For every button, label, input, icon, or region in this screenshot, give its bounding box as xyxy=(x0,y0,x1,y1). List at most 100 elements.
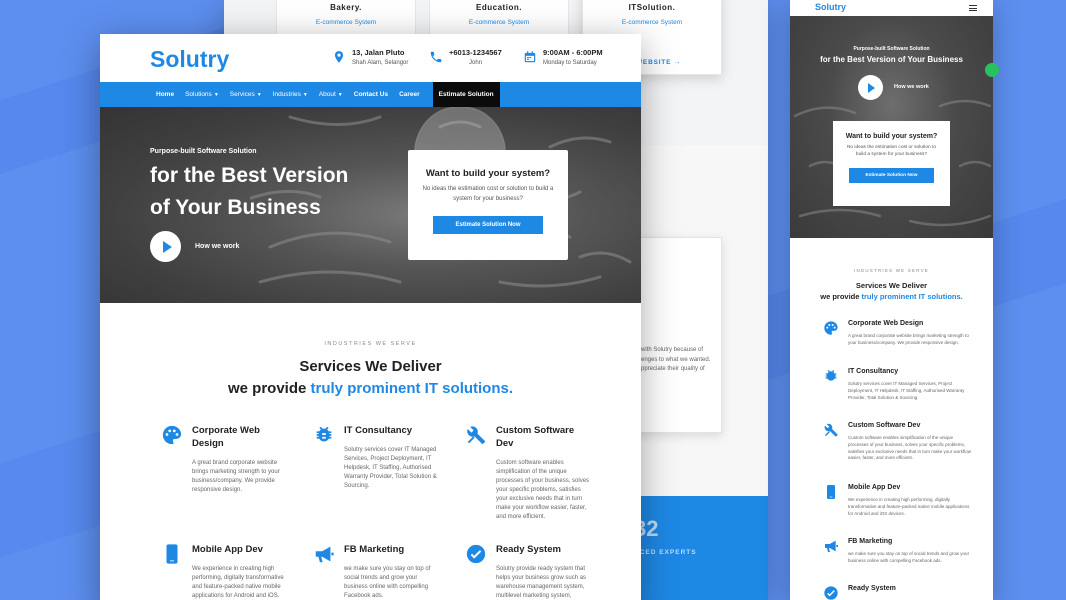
service-title: Ready System xyxy=(496,544,561,555)
address-line1: 13, Jalan Pluto xyxy=(352,48,405,57)
chevron-down-icon: ▼ xyxy=(213,91,219,98)
logo[interactable]: Solutry xyxy=(150,46,229,73)
chevron-down-icon: ▼ xyxy=(302,91,308,98)
calendar-icon xyxy=(524,51,536,63)
main-page-preview: Solutry 13, Jalan Pluto Shah Alam, Selan… xyxy=(100,34,641,600)
portfolio-sub: E-commerce System xyxy=(621,19,683,26)
portfolio-name: Education. xyxy=(476,3,522,12)
mobile-icon xyxy=(827,485,835,499)
tools-icon xyxy=(467,426,486,445)
address-line2: Shah Alam, Selangor xyxy=(352,60,409,66)
service-item[interactable]: IT Consultancy Solutry services cover IT… xyxy=(313,424,438,491)
service-desc: we make sure you stay on top of social t… xyxy=(344,566,431,599)
chevron-down-icon: ▼ xyxy=(337,91,343,98)
site-header: Solutry 13, Jalan Pluto Shah Alam, Selan… xyxy=(100,34,641,82)
hero-section: Purpose-built Software Solution for the … xyxy=(100,107,641,303)
nav-about[interactable]: About ▼ xyxy=(319,91,343,98)
mobile-service-desc: we make sure you stay on top of social t… xyxy=(848,551,970,563)
phone-info: +6013-1234567 John xyxy=(429,48,502,66)
service-item[interactable]: Corporate Web Design A great brand corpo… xyxy=(161,424,286,495)
service-desc: We experience in creating high performin… xyxy=(192,566,284,599)
hero-title: for the Best Version of Your Business xyxy=(150,160,348,224)
phone-number[interactable]: +6013-1234567 xyxy=(449,48,502,57)
palette-icon xyxy=(824,321,838,335)
bug-icon xyxy=(825,370,837,381)
mobile-service-item[interactable]: Mobile App Dev We experience in creating… xyxy=(823,484,973,517)
tools-icon xyxy=(824,423,838,437)
play-icon xyxy=(162,240,172,253)
check-circle-icon xyxy=(466,544,486,564)
play-icon xyxy=(868,82,875,93)
nav-estimate-button[interactable]: Estimate Solution xyxy=(432,82,500,107)
megaphone-icon xyxy=(825,540,838,552)
mobile-hero: Purpose-built Software Solution for the … xyxy=(790,16,993,238)
nav-career[interactable]: Career xyxy=(399,91,420,98)
estimate-card: Want to build your system? No ideas the … xyxy=(408,150,568,260)
mobile-logo[interactable]: Solutry xyxy=(815,2,846,12)
mobile-card-text: No ideas the estimation cost or solution… xyxy=(846,145,937,158)
mobile-service-title: Custom Software Dev xyxy=(848,422,921,429)
service-title: Corporate Web Design xyxy=(192,425,260,449)
mobile-service-item[interactable]: IT Consultancy Solutry services cover IT… xyxy=(823,368,973,401)
play-video-button[interactable] xyxy=(150,231,181,262)
testimonial-card: with Solutry because of enges to what we… xyxy=(634,237,722,433)
palette-icon xyxy=(162,425,182,445)
service-title: Mobile App Dev xyxy=(192,544,263,555)
mobile-service-item[interactable]: Ready System xyxy=(823,585,973,600)
mobile-hero-kicker: Purpose-built Software Solution xyxy=(853,46,930,52)
mobile-service-desc: Custom software enables simplification o… xyxy=(848,435,972,461)
service-item[interactable]: FB Marketing we make sure you stay on to… xyxy=(313,543,438,600)
mobile-service-title: IT Consultancy xyxy=(848,368,899,375)
mobile-estimate-button[interactable]: Estimate Solution Now xyxy=(848,168,935,184)
hamburger-menu-icon[interactable] xyxy=(969,5,977,11)
website-link[interactable]: WEBSITE → xyxy=(636,59,681,66)
hero-kicker: Purpose-built Software Solution xyxy=(150,148,257,155)
nav-contact[interactable]: Contact Us xyxy=(354,91,388,98)
hero-title-line2: of Your Business xyxy=(150,196,321,219)
mobile-play-button[interactable] xyxy=(858,75,883,100)
mobile-service-item[interactable]: Corporate Web Design A great brand corpo… xyxy=(823,320,973,347)
hours-days: Monday to Saturday xyxy=(543,60,597,66)
mobile-preview: Solutry Purpose-built Software Solution … xyxy=(790,0,993,600)
mobile-estimate-card: Want to build your system? No ideas the … xyxy=(833,121,950,206)
mobile-service-desc: A great brand corporate website brings m… xyxy=(848,333,969,345)
stats-section: 32 NCED EXPERTS xyxy=(634,496,768,600)
phone-icon xyxy=(430,51,442,63)
service-title: Custom Software Dev xyxy=(496,425,575,449)
hours-info: 9:00AM - 6:00PM Monday to Saturday xyxy=(523,48,603,66)
hero-title-line1: for the Best Version xyxy=(150,164,349,187)
services-subheading: we provide truly prominent IT solutions. xyxy=(227,380,514,397)
stat-label: NCED EXPERTS xyxy=(634,549,697,556)
portfolio-name: Bakery. xyxy=(330,3,362,12)
testimonial-text: with Solutry because of enges to what we… xyxy=(641,347,711,373)
service-title: IT Consultancy xyxy=(344,425,413,436)
nav-industries[interactable]: Industries ▼ xyxy=(273,91,308,98)
estimate-solution-button[interactable]: Estimate Solution Now xyxy=(433,216,543,235)
whatsapp-icon[interactable] xyxy=(985,63,999,77)
mobile-service-desc: We experience in creating high performin… xyxy=(848,497,970,516)
location-icon xyxy=(334,51,344,63)
how-we-work-link[interactable]: How we work xyxy=(195,243,239,250)
service-item[interactable]: Custom Software Dev Custom software enab… xyxy=(465,424,590,522)
portfolio-sub: E-commerce System xyxy=(468,19,530,26)
mobile-how-link[interactable]: How we work xyxy=(894,84,929,90)
mobile-services-heading: Services We Deliver xyxy=(855,281,928,290)
mobile-services-subheading: we provide truly prominent IT solutions. xyxy=(820,292,963,301)
service-item[interactable]: Ready System Solutry provide ready syste… xyxy=(465,543,590,600)
service-desc: Solutry services cover IT Managed Servic… xyxy=(344,447,437,489)
mobile-service-item[interactable]: Custom Software Dev Custom software enab… xyxy=(823,422,973,462)
address-info: 13, Jalan Pluto Shah Alam, Selangor xyxy=(332,48,408,66)
service-item[interactable]: Mobile App Dev We experience in creating… xyxy=(161,543,286,600)
mobile-service-item[interactable]: FB Marketing we make sure you stay on to… xyxy=(823,538,973,565)
bug-icon xyxy=(316,426,332,442)
service-desc: A great brand corporate website brings m… xyxy=(192,460,280,493)
nav-home[interactable]: Home xyxy=(156,91,174,98)
services-kicker: INDUSTRIES WE SERVE xyxy=(324,341,417,347)
estimate-card-title: Want to build your system? xyxy=(425,168,551,179)
estimate-card-text: No ideas the estimation cost or solution… xyxy=(422,186,554,202)
mobile-service-title: Ready System xyxy=(848,585,896,592)
megaphone-icon xyxy=(315,546,334,563)
mobile-service-title: Corporate Web Design xyxy=(848,320,924,327)
nav-services[interactable]: Services ▼ xyxy=(230,91,262,98)
nav-solutions[interactable]: Solutions ▼ xyxy=(185,91,219,98)
